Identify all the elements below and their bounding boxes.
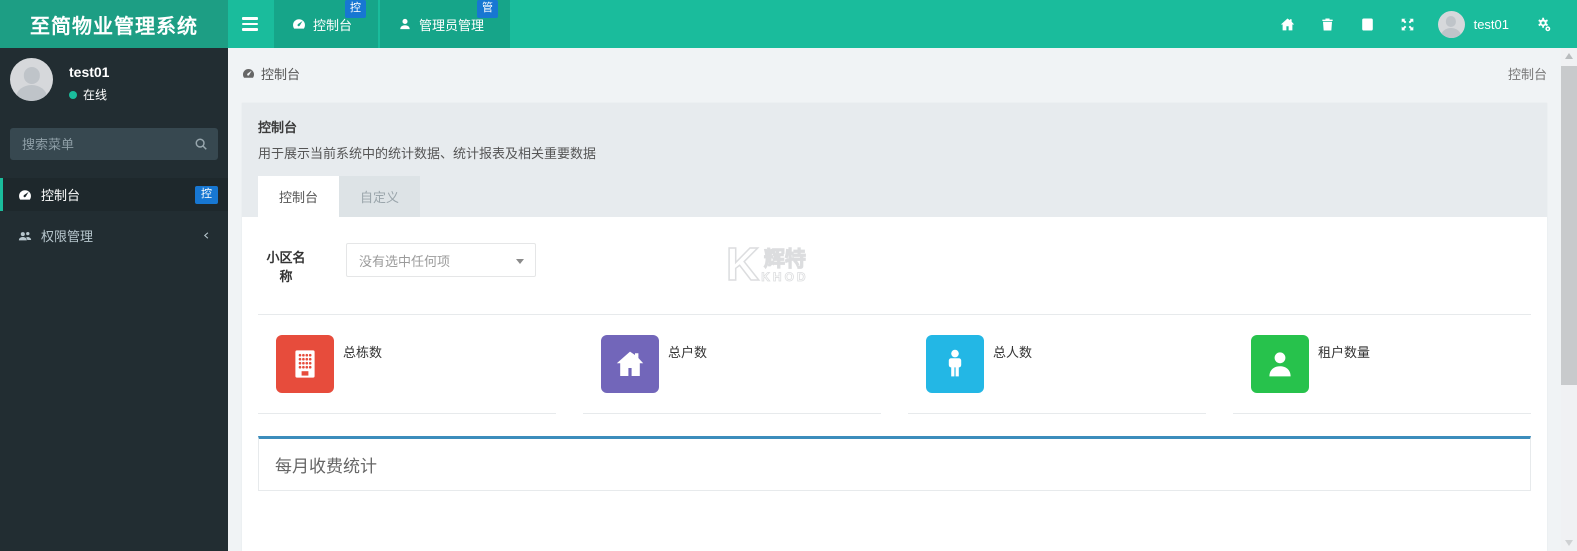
chevron-left-icon [201, 230, 218, 241]
sidebar: test01 在线 控制台 控 权限管理 [0, 48, 228, 551]
log-button[interactable] [1348, 0, 1388, 48]
scrollbar-down-arrow[interactable] [1565, 540, 1573, 546]
scrollbar-thumb[interactable] [1561, 66, 1577, 385]
settings-button[interactable] [1523, 0, 1563, 48]
page-scrollbar[interactable] [1561, 48, 1577, 551]
home-icon [1280, 17, 1295, 32]
expand-icon [1400, 17, 1415, 32]
chart-title: 每月收费统计 [275, 456, 377, 476]
caret-down-icon [516, 259, 524, 264]
user-menu[interactable]: test01 [1428, 10, 1523, 38]
stat-card-people: 总人数 [908, 333, 1206, 414]
sidebar-user-panel: test01 在线 [0, 48, 228, 113]
stat-label: 总栋数 [343, 344, 383, 360]
console-panel: 控制台 用于展示当前系统中的统计数据、统计报表及相关重要数据 控制台 自定义 小… [242, 103, 1547, 551]
panel-header: 控制台 用于展示当前系统中的统计数据、统计报表及相关重要数据 控制台 自定义 [242, 103, 1547, 217]
stat-card-buildings: 总栋数 [258, 333, 556, 414]
sidebar-item-label: 权限管理 [41, 229, 94, 244]
community-name-label: 小区名称 [266, 250, 306, 284]
breadcrumb-right-label: 控制台 [1507, 67, 1547, 82]
panel-tabs: 控制台 自定义 [258, 176, 1531, 217]
nav-tab-badge: 控 [345, 0, 367, 18]
online-status-dot [69, 90, 77, 99]
avatar [10, 58, 53, 101]
breadcrumb: 控制台 控制台 [228, 48, 1561, 99]
stat-label: 租户数量 [1318, 344, 1371, 360]
tab-content: 小区名称 没有选中任何项 总栋数 总户数 总人数 租户数量 每月收费统计 [242, 217, 1547, 551]
top-navbar: 至简物业管理系统 控制台 控 管理员管理 管 test01 [0, 0, 1577, 48]
sidebar-item-label: 控制台 [41, 188, 81, 203]
tab-console[interactable]: 控制台 [258, 176, 340, 217]
navbar-tabs: 控制台 控 管理员管理 管 [228, 0, 1268, 48]
dashboard-icon [18, 188, 41, 202]
scrollbar-up-arrow[interactable] [1565, 53, 1573, 59]
nav-tab-label: 管理员管理 [419, 17, 485, 33]
trash-icon [1320, 17, 1335, 32]
sidebar-item-badge: 控 [195, 185, 218, 204]
navbar-actions: test01 [1268, 0, 1577, 48]
nav-tab-admin[interactable]: 管理员管理 管 [380, 0, 511, 48]
app-logo[interactable]: 至简物业管理系统 [0, 0, 228, 48]
users-icon [18, 229, 41, 243]
sidebar-toggle-button[interactable] [228, 0, 272, 48]
dashboard-icon [242, 67, 255, 80]
page-title: 控制台 [258, 120, 298, 135]
main-content: 控制台 控制台 控制台 用于展示当前系统中的统计数据、统计报表及相关重要数据 控… [228, 48, 1561, 551]
dashboard-icon [292, 17, 306, 31]
fullscreen-button[interactable] [1388, 0, 1428, 48]
monthly-fee-chart-panel: 每月收费统计 [258, 435, 1531, 491]
log-icon [1360, 17, 1375, 32]
nav-tab-console[interactable]: 控制台 控 [274, 0, 379, 48]
page-description: 用于展示当前系统中的统计数据、统计报表及相关重要数据 [258, 146, 597, 161]
stat-card-tenants: 租户数量 [1233, 333, 1531, 414]
online-status-label: 在线 [83, 88, 108, 102]
sidebar-item-console[interactable]: 控制台 控 [0, 178, 228, 211]
gears-icon [1536, 17, 1551, 32]
user-icon [398, 17, 412, 31]
person-icon [926, 334, 984, 393]
sidebar-username: test01 [69, 64, 110, 80]
breadcrumb-current: 控制台 [261, 67, 301, 82]
stat-label: 总户数 [668, 344, 708, 360]
avatar [1437, 10, 1465, 38]
home-button[interactable] [1268, 0, 1308, 48]
community-select[interactable]: 没有选中任何项 [346, 243, 536, 277]
navbar-username: test01 [1473, 16, 1509, 32]
house-icon [601, 334, 659, 393]
nav-tab-badge: 管 [477, 0, 499, 18]
search-icon [194, 137, 208, 151]
sidebar-menu: 控制台 控 权限管理 [0, 178, 228, 252]
tenant-icon [1251, 334, 1309, 393]
stat-label: 总人数 [993, 344, 1033, 360]
tab-custom[interactable]: 自定义 [339, 176, 421, 217]
section-divider [258, 313, 1531, 315]
stat-card-households: 总户数 [583, 333, 881, 414]
building-icon [276, 334, 334, 393]
search-button[interactable] [185, 129, 217, 159]
stats-row: 总栋数 总户数 总人数 租户数量 [258, 333, 1531, 414]
sidebar-item-permissions[interactable]: 权限管理 [0, 219, 228, 252]
trash-button[interactable] [1308, 0, 1348, 48]
select-value: 没有选中任何项 [359, 253, 451, 269]
